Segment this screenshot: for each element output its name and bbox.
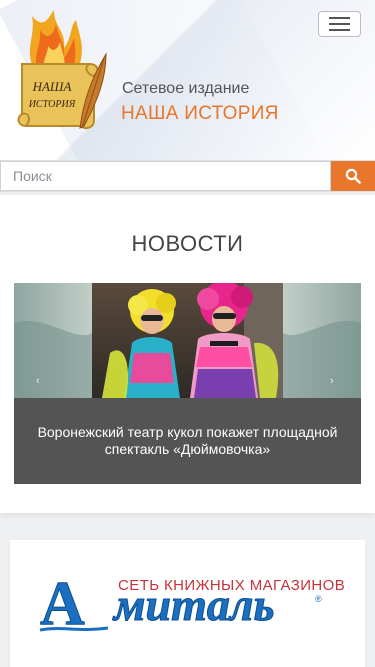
slide-caption[interactable]: Воронежский театр кукол покажет площадно… <box>38 424 338 458</box>
search-bar <box>0 160 375 192</box>
hamburger-icon <box>329 17 350 19</box>
news-heading: НОВОСТИ <box>131 231 244 256</box>
ad-banner[interactable]: СЕТЬ КНИЖНЫХ МАГАЗИНОВ А миталь ® <box>10 540 365 667</box>
search-icon <box>345 168 361 184</box>
menu-toggle-button[interactable] <box>318 11 361 37</box>
chevron-left-icon[interactable]: ‹ <box>36 375 48 387</box>
news-slider[interactable]: ‹ › Воронежский театр кукол покажет площ… <box>14 283 361 484</box>
search-input[interactable] <box>0 161 331 191</box>
search-button[interactable] <box>331 161 375 191</box>
site-logo[interactable]: НАША ИСТОРИЯ <box>14 8 110 140</box>
site-header: НАША ИСТОРИЯ Сетевое издание НАША ИСТОРИ… <box>0 0 375 160</box>
amital-logo[interactable]: СЕТЬ КНИЖНЫХ МАГАЗИНОВ А миталь ® <box>10 540 365 667</box>
slide-caption-box[interactable]: Воронежский театр кукол покажет площадно… <box>14 398 361 484</box>
svg-text:миталь: миталь <box>112 579 275 630</box>
svg-text:ИСТОРИЯ: ИСТОРИЯ <box>28 99 77 110</box>
site-subtitle: Сетевое издание <box>122 80 250 97</box>
svg-text:®: ® <box>315 594 322 604</box>
chevron-right-icon[interactable]: › <box>330 375 342 387</box>
news-section: НОВОСТИ ‹ › Воронежский театр кукол пока… <box>0 195 375 513</box>
site-name[interactable]: НАША ИСТОРИЯ <box>121 103 279 125</box>
news-slide-image[interactable] <box>14 283 361 398</box>
svg-text:НАША: НАША <box>32 79 72 94</box>
